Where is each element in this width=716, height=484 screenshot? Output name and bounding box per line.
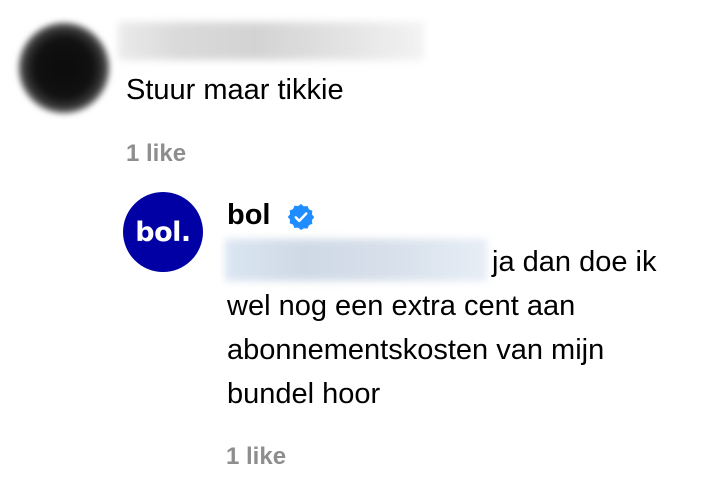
reply-line-4: bundel hoor <box>227 378 381 410</box>
comment-like-count[interactable]: 1 like <box>126 139 186 169</box>
reply-avatar[interactable]: bol. <box>123 192 203 272</box>
reply-line-2: wel nog een extra cent aan <box>227 290 576 322</box>
reply-text: ja dan doe ik wel nog een extra cent aan… <box>227 240 697 416</box>
comment-text: Stuur maar tikkie <box>126 74 344 106</box>
commenter-avatar[interactable] <box>18 22 110 114</box>
reply-line-3: abonnementskosten van mijn <box>227 334 605 366</box>
verified-badge-icon <box>287 204 315 230</box>
reply-like-count[interactable]: 1 like <box>226 442 286 472</box>
reply-avatar-logo-text: bol. <box>135 216 191 248</box>
reply-line-1: ja dan doe ik <box>492 246 657 278</box>
commenter-username-redacted[interactable] <box>118 22 424 60</box>
reply-author[interactable]: bol <box>227 198 271 232</box>
